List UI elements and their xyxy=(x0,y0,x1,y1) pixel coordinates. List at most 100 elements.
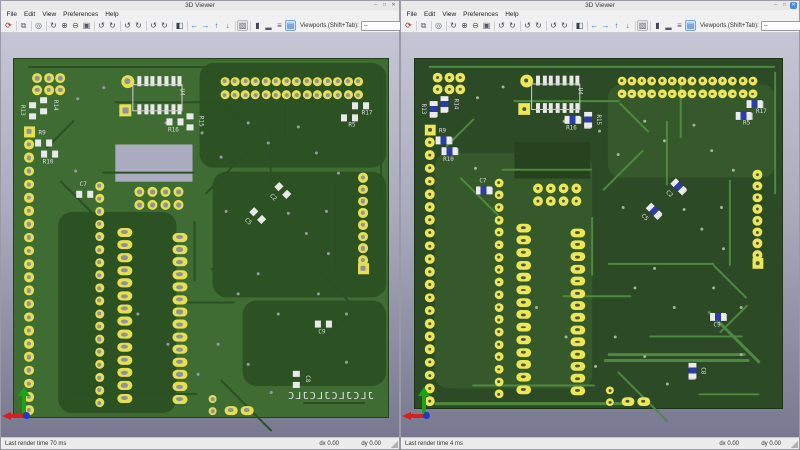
menu-item-view[interactable]: View xyxy=(39,10,60,19)
through-hole-pad xyxy=(134,187,144,197)
render-solid-icon[interactable]: ▮ xyxy=(652,20,663,31)
through-hole-pad xyxy=(753,216,762,225)
appearance-manager-icon[interactable]: ▤ xyxy=(285,20,296,31)
through-hole-pad xyxy=(494,265,503,274)
drill-hole xyxy=(97,209,101,213)
drill-hole xyxy=(756,196,759,199)
refresh-view-icon[interactable]: ↻ xyxy=(448,20,459,31)
move-right-icon[interactable]: → xyxy=(600,20,611,31)
close-button[interactable]: ✕ xyxy=(390,2,397,9)
via xyxy=(267,141,270,144)
maximize-button[interactable]: □ xyxy=(781,2,788,9)
render-wireframe-icon[interactable]: ▂ xyxy=(663,20,674,31)
render-solid-icon[interactable]: ▮ xyxy=(252,20,263,31)
drill-hole xyxy=(711,92,714,95)
through-hole-pad xyxy=(117,291,132,300)
show-silkscreen-icon[interactable]: ≡ xyxy=(274,20,285,31)
menu-item-file[interactable]: File xyxy=(3,10,20,19)
reload-board-icon[interactable]: ⟳ xyxy=(403,20,414,31)
appearance-manager-icon[interactable]: ▤ xyxy=(685,20,696,31)
render-view-icon[interactable]: ◎ xyxy=(33,20,44,31)
show-silkscreen-icon[interactable]: ≡ xyxy=(674,20,685,31)
smd-pad xyxy=(293,370,300,376)
rotate-y-ccw-icon[interactable]: ↺ xyxy=(122,20,133,31)
minimize-button[interactable]: – xyxy=(372,2,379,9)
through-hole-pad xyxy=(425,164,434,173)
toolbar-separator xyxy=(94,21,95,31)
menu-item-edit[interactable]: Edit xyxy=(420,10,438,19)
through-hole-pad xyxy=(518,103,530,115)
rotate-z-cw-icon[interactable]: ↻ xyxy=(559,20,570,31)
rotate-x-ccw-icon[interactable]: ↺ xyxy=(96,20,107,31)
menu-item-preferences[interactable]: Preferences xyxy=(460,10,502,19)
zoom-fit-icon[interactable]: ▣ xyxy=(81,20,92,31)
move-down-icon[interactable]: ↓ xyxy=(622,20,633,31)
ortho-projection-icon[interactable]: ▧ xyxy=(637,20,648,31)
minimize-button[interactable]: – xyxy=(772,2,779,9)
move-left-icon[interactable]: ← xyxy=(589,20,600,31)
viewports-dropdown[interactable]: --▾ xyxy=(761,21,800,31)
move-up-icon[interactable]: ↑ xyxy=(611,20,622,31)
zoom-out-icon[interactable]: ⊖ xyxy=(70,20,81,31)
rotate-z-ccw-icon[interactable]: ↺ xyxy=(148,20,159,31)
move-left-icon[interactable]: ← xyxy=(189,20,200,31)
copy-image-icon[interactable]: ⧉ xyxy=(418,20,429,31)
through-hole-pad xyxy=(570,338,585,347)
title-bar[interactable]: 3D Viewer – □ ✕ xyxy=(1,1,399,10)
flip-board-icon[interactable]: ◧ xyxy=(174,20,185,31)
through-hole-pad xyxy=(433,84,443,94)
3d-viewport[interactable]: R13R14R9R10C7R16R15R17R5C2C5C9C8U4JLCJLC… xyxy=(1,33,399,437)
silkscreen-label: C9 xyxy=(318,330,325,336)
close-button[interactable]: ✕ xyxy=(790,2,797,9)
reload-board-icon[interactable]: ⟳ xyxy=(3,20,14,31)
title-bar[interactable]: 3D Viewer – □ ✕ xyxy=(401,1,799,10)
maximize-button[interactable]: □ xyxy=(381,2,388,9)
render-view-icon[interactable]: ◎ xyxy=(433,20,444,31)
rotate-y-cw-icon[interactable]: ↻ xyxy=(133,20,144,31)
through-hole-pad xyxy=(230,90,239,99)
render-wireframe-icon[interactable]: ▂ xyxy=(263,20,274,31)
zoom-fit-icon[interactable]: ▣ xyxy=(481,20,492,31)
ortho-projection-icon[interactable]: ▧ xyxy=(237,20,248,31)
rotate-y-cw-icon[interactable]: ↻ xyxy=(533,20,544,31)
rotate-z-ccw-icon[interactable]: ↺ xyxy=(548,20,559,31)
rotate-x-cw-icon[interactable]: ↻ xyxy=(107,20,118,31)
rotate-x-cw-icon[interactable]: ↻ xyxy=(507,20,518,31)
move-down-icon[interactable]: ↓ xyxy=(222,20,233,31)
menu-item-help[interactable]: Help xyxy=(502,10,522,19)
3d-viewport[interactable]: R13R14R9R10C7R16R15R17R5C2C5C9C8U4 xyxy=(401,33,799,437)
through-hole-pad xyxy=(546,196,556,206)
through-hole-pad xyxy=(24,352,34,362)
menu-item-preferences[interactable]: Preferences xyxy=(60,10,102,19)
toolbar-separator xyxy=(235,21,236,31)
toolbar-separator xyxy=(31,21,32,31)
menu-bar: FileEditViewPreferencesHelp xyxy=(1,10,399,19)
rotate-x-ccw-icon[interactable]: ↺ xyxy=(496,20,507,31)
zoom-out-icon[interactable]: ⊖ xyxy=(470,20,481,31)
move-up-icon[interactable]: ↑ xyxy=(211,20,222,31)
through-hole-pad xyxy=(425,358,434,367)
menu-item-edit[interactable]: Edit xyxy=(20,10,38,19)
resize-grip[interactable] xyxy=(390,440,398,448)
window-title: 3D Viewer xyxy=(185,2,215,9)
refresh-view-icon[interactable]: ↻ xyxy=(48,20,59,31)
menu-item-view[interactable]: View xyxy=(439,10,460,19)
drill-hole xyxy=(428,335,431,338)
drill-hole xyxy=(497,218,500,221)
drill-hole xyxy=(428,193,431,196)
menu-item-help[interactable]: Help xyxy=(102,10,122,19)
through-hole-pad xyxy=(627,89,636,98)
drill-hole xyxy=(756,208,759,211)
smd-pad xyxy=(30,102,37,108)
rotate-y-ccw-icon[interactable]: ↺ xyxy=(522,20,533,31)
rotate-z-cw-icon[interactable]: ↻ xyxy=(159,20,170,31)
resize-grip[interactable] xyxy=(790,440,798,448)
zoom-in-icon[interactable]: ⊕ xyxy=(459,20,470,31)
menu-item-file[interactable]: File xyxy=(403,10,420,19)
toolbar: ⟳⧉◎↻⊕⊖▣↺↻↺↻↺↻◧←→↑↓▧▮▂≡▤Viewports (Shift+… xyxy=(1,19,399,33)
copy-image-icon[interactable]: ⧉ xyxy=(18,20,29,31)
move-right-icon[interactable]: → xyxy=(200,20,211,31)
flip-board-icon[interactable]: ◧ xyxy=(574,20,585,31)
drill-hole xyxy=(211,397,215,401)
zoom-in-icon[interactable]: ⊕ xyxy=(59,20,70,31)
